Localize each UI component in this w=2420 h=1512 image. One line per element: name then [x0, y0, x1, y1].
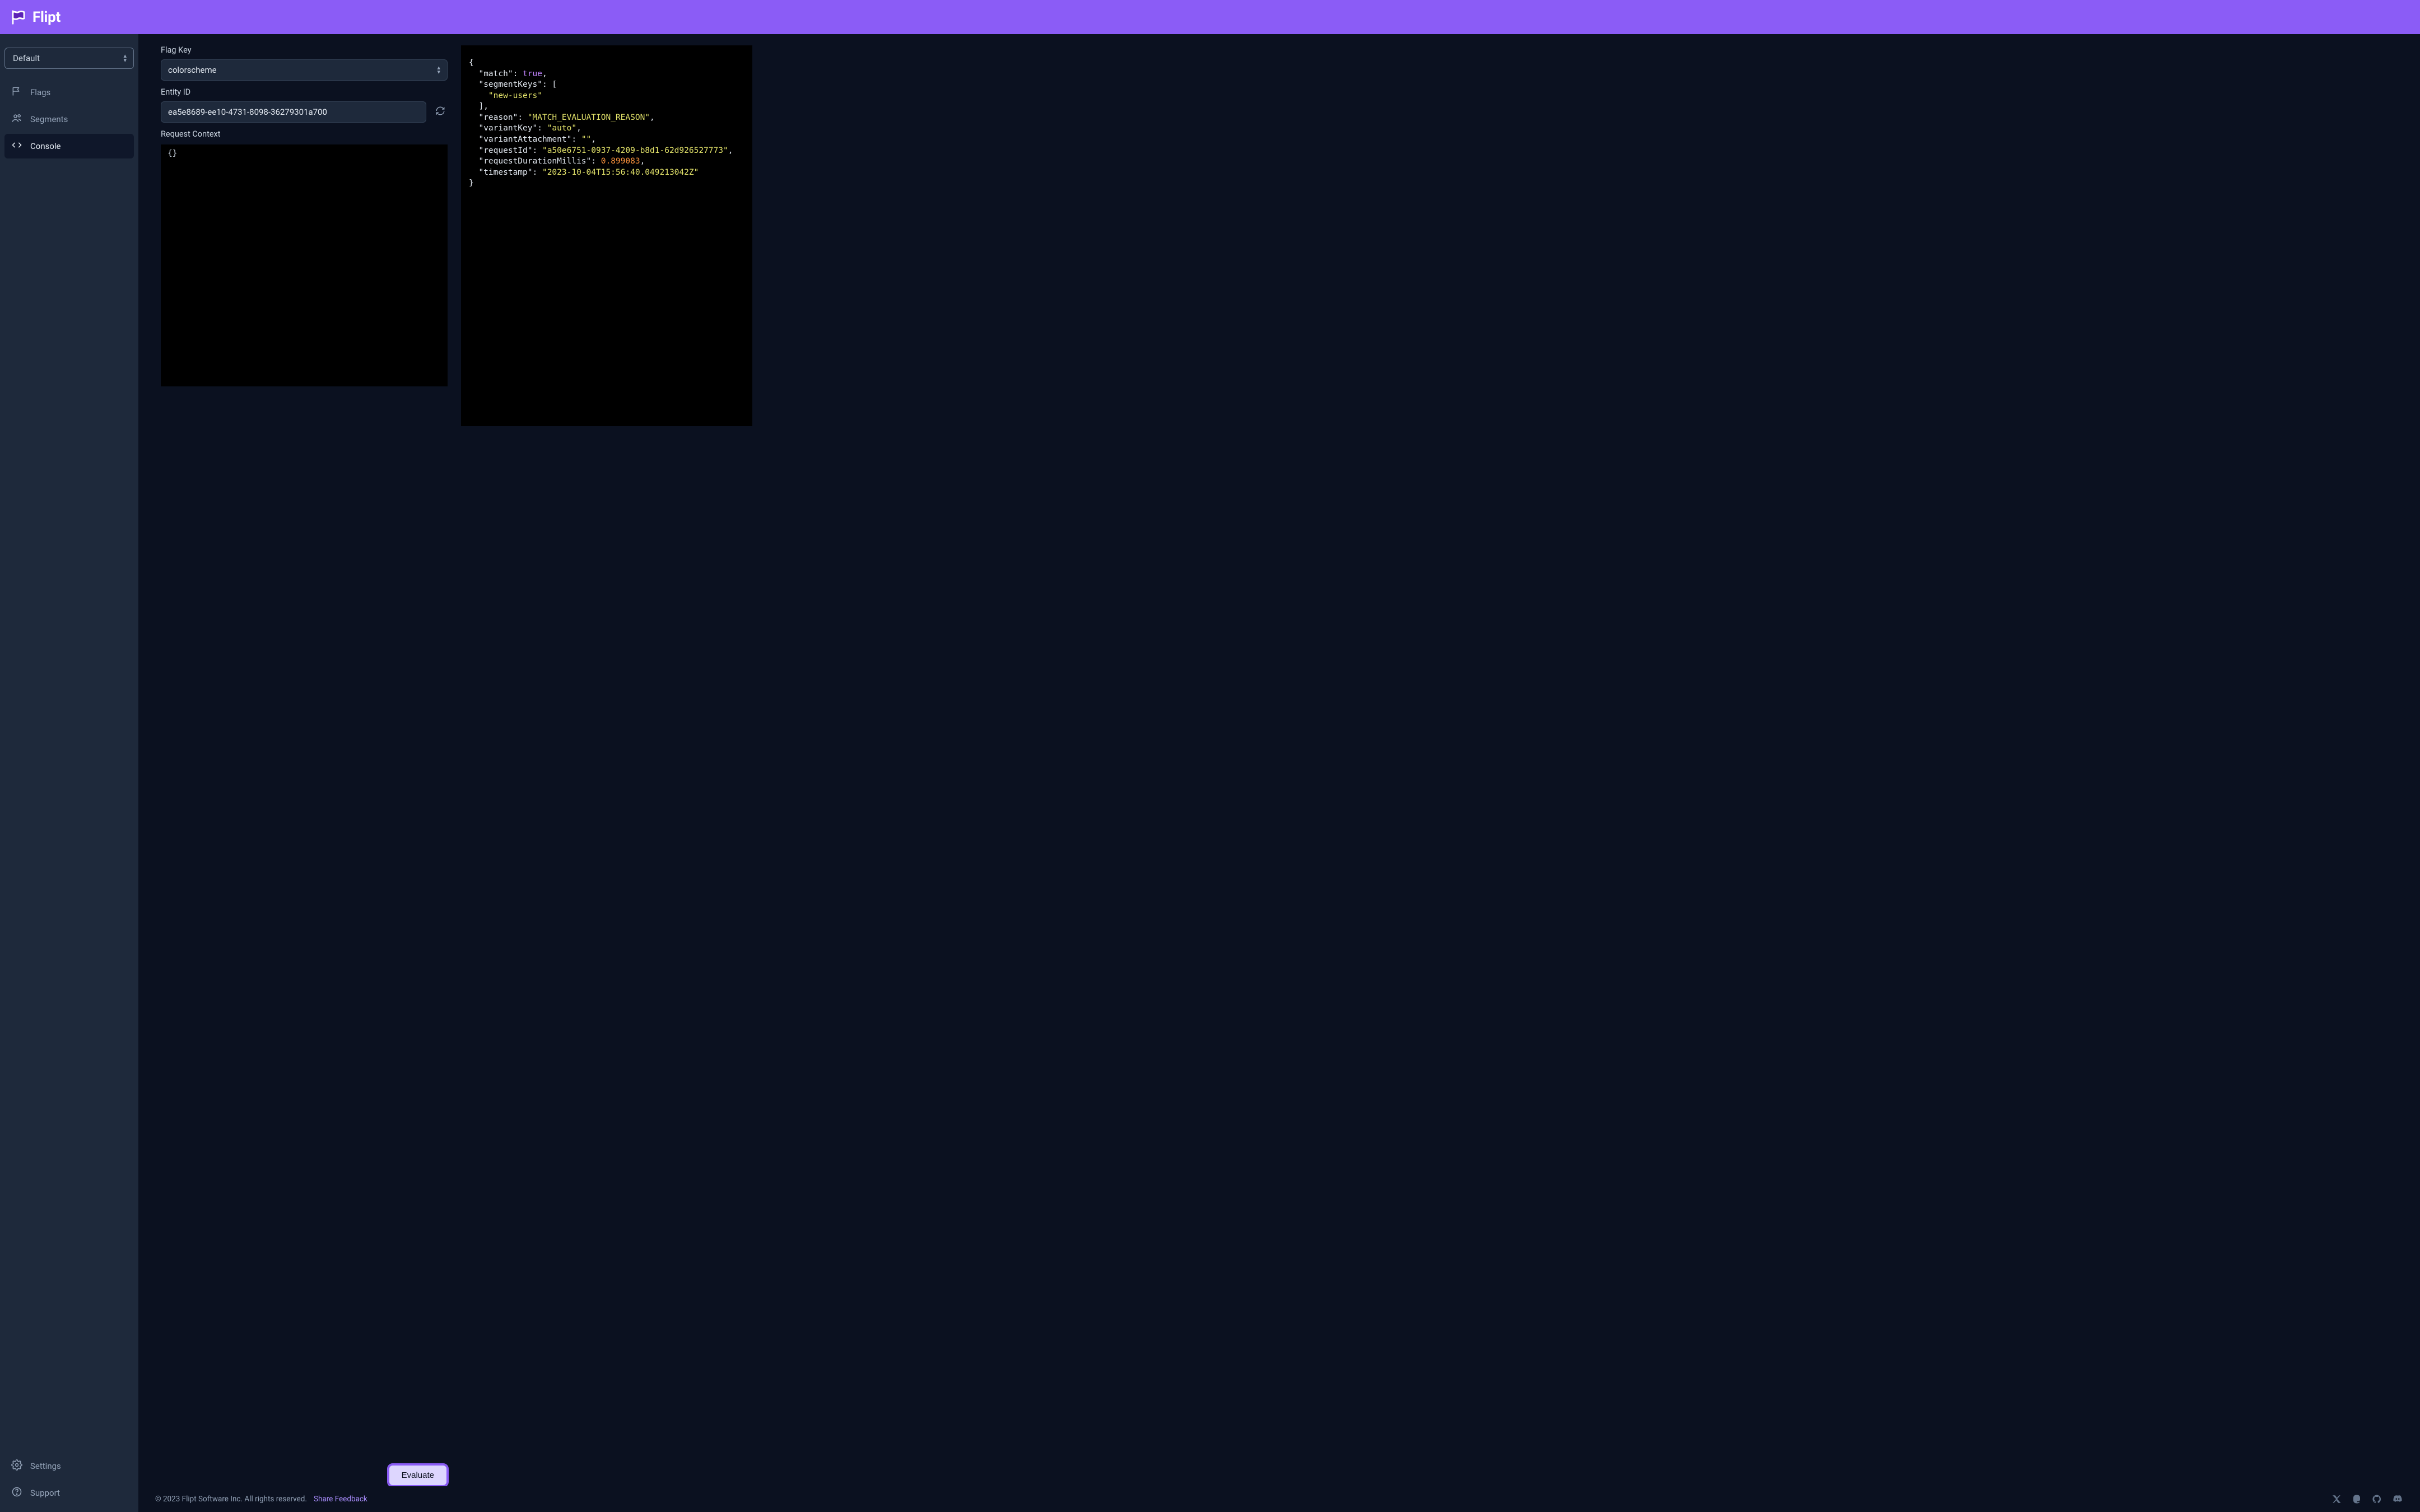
footer: © 2023 Flipt Software Inc. All rights re… — [138, 1486, 2420, 1512]
copyright-text: © 2023 Flipt Software Inc. All rights re… — [155, 1495, 307, 1504]
sidebar-item-settings[interactable]: Settings — [4, 1454, 134, 1478]
sidebar-item-label: Settings — [30, 1461, 61, 1471]
sidebar: Default ▴▾ Flags Segments — [0, 34, 138, 1512]
sidebar-item-segments[interactable]: Segments — [4, 107, 134, 132]
chevron-updown-icon: ▴▾ — [123, 54, 127, 63]
share-feedback-link[interactable]: Share Feedback — [314, 1495, 367, 1504]
sidebar-item-flags[interactable]: Flags — [4, 80, 134, 105]
namespace-selected-label: Default — [13, 53, 40, 63]
namespace-select[interactable]: Default ▴▾ — [4, 48, 134, 69]
code-icon — [11, 139, 22, 153]
x-twitter-icon[interactable] — [2331, 1494, 2342, 1504]
evaluate-button[interactable]: Evaluate — [388, 1464, 448, 1486]
entity-id-label: Entity ID — [161, 87, 448, 97]
sidebar-item-label: Flags — [30, 87, 50, 97]
console-form: Flag Key colorscheme ▴▾ Entity ID ea5e86… — [161, 45, 448, 1486]
request-context-input[interactable]: {} — [161, 144, 448, 386]
response-json: { "match": true, "segmentKeys": [ "new-u… — [461, 45, 752, 426]
sidebar-item-support[interactable]: Support — [4, 1481, 134, 1505]
gear-icon — [11, 1459, 22, 1473]
main: Flag Key colorscheme ▴▾ Entity ID ea5e86… — [138, 34, 2420, 1512]
users-icon — [11, 113, 22, 126]
entity-id-input[interactable]: ea5e8689-ee10-4731-8098-36279301a700 — [161, 101, 426, 123]
brand-name: Flipt — [32, 9, 61, 26]
github-icon[interactable] — [2372, 1494, 2382, 1504]
response-panel: { "match": true, "segmentKeys": [ "new-u… — [461, 45, 752, 1486]
flag-key-label: Flag Key — [161, 45, 448, 55]
sidebar-item-label: Console — [30, 141, 61, 151]
help-icon — [11, 1486, 22, 1500]
topbar: Flipt — [0, 0, 2420, 34]
sidebar-item-label: Segments — [30, 114, 68, 124]
request-context-label: Request Context — [161, 129, 448, 139]
discord-icon[interactable] — [2392, 1494, 2403, 1505]
sidebar-nav-bottom: Settings Support — [4, 1454, 134, 1505]
flag-logo-icon — [10, 9, 27, 26]
brand: Flipt — [10, 9, 61, 26]
flag-icon — [11, 86, 22, 99]
mastodon-icon[interactable] — [2352, 1494, 2362, 1504]
flag-key-value: colorscheme — [168, 65, 217, 75]
refresh-icon[interactable] — [433, 104, 448, 120]
flag-key-select[interactable]: colorscheme ▴▾ — [161, 59, 448, 81]
entity-id-value: ea5e8689-ee10-4731-8098-36279301a700 — [168, 107, 327, 117]
sidebar-item-console[interactable]: Console — [4, 134, 134, 158]
sidebar-item-label: Support — [30, 1488, 60, 1498]
chevron-updown-icon: ▴▾ — [437, 66, 440, 74]
sidebar-nav: Flags Segments Console — [4, 80, 134, 158]
